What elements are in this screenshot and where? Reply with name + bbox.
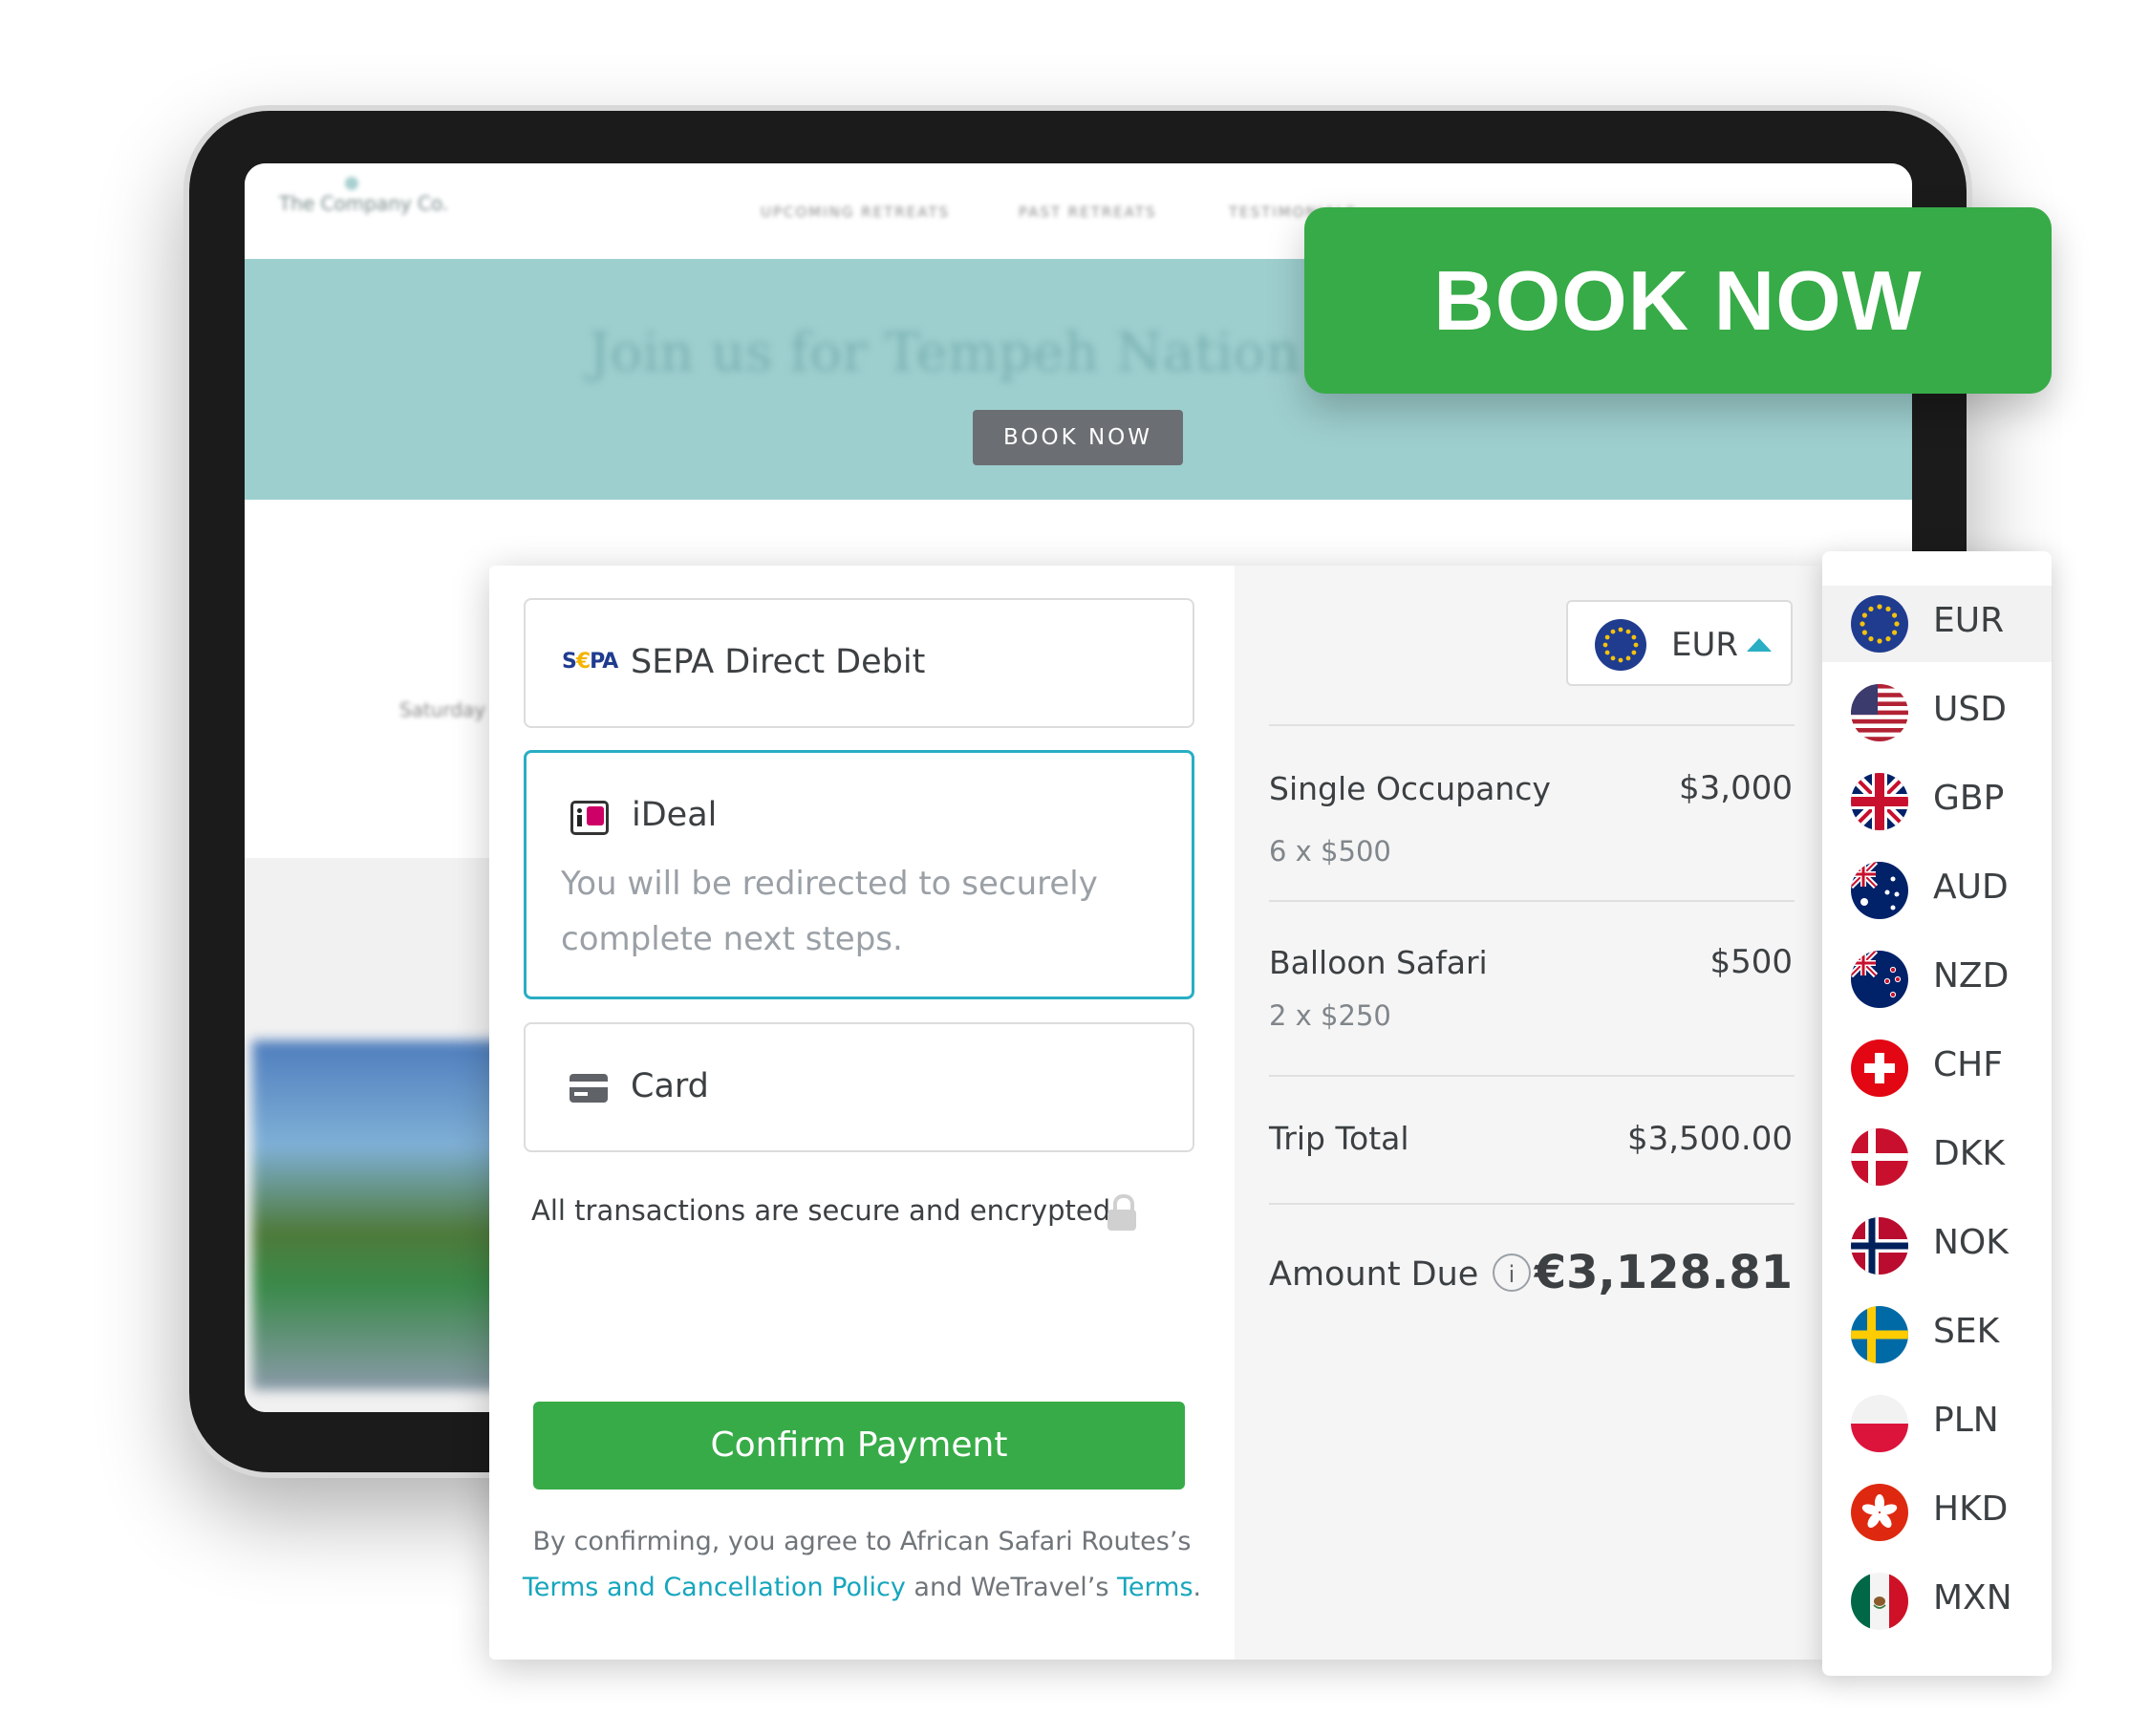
legal-middle: and WeTravel’s bbox=[914, 1573, 1109, 1602]
norway-flag-icon bbox=[1851, 1217, 1908, 1278]
mexico-flag-icon bbox=[1851, 1573, 1908, 1634]
line-item-price: $500 bbox=[1709, 943, 1793, 981]
currency-option-mxn[interactable]: MXN bbox=[1822, 1563, 2052, 1640]
payment-option-label: Card bbox=[631, 1067, 709, 1105]
sweden-flag-icon bbox=[1851, 1306, 1908, 1367]
currency-option-nzd[interactable]: NZD bbox=[1822, 941, 2052, 1018]
currency-option-nok[interactable]: NOK bbox=[1822, 1208, 2052, 1284]
payment-option-label: SEPA Direct Debit bbox=[631, 643, 926, 681]
nav-link[interactable]: UPCOMING RETREATS bbox=[761, 204, 950, 221]
poland-flag-icon bbox=[1851, 1395, 1908, 1456]
currency-code: NZD bbox=[1933, 956, 2010, 996]
new-zealand-flag-icon bbox=[1851, 951, 1908, 1012]
divider bbox=[1269, 900, 1795, 902]
currency-option-usd[interactable]: USD bbox=[1822, 675, 2052, 751]
info-icon[interactable]: i bbox=[1493, 1254, 1531, 1292]
terms-cancellation-link[interactable]: Terms and Cancellation Policy bbox=[523, 1573, 906, 1602]
ideal-logo-icon bbox=[570, 801, 609, 835]
book-now-badge[interactable]: BOOK NOW bbox=[1304, 207, 2052, 394]
credit-card-icon bbox=[570, 1074, 608, 1103]
lock-icon bbox=[1107, 1194, 1136, 1231]
currency-code: EUR bbox=[1933, 601, 2005, 640]
hong-kong-flag-icon bbox=[1851, 1484, 1908, 1545]
line-item-detail: 6 x $500 bbox=[1269, 835, 1391, 868]
currency-code: USD bbox=[1933, 690, 2007, 729]
amount-due-value: €3,128.81 bbox=[1534, 1246, 1793, 1299]
australia-flag-icon bbox=[1851, 862, 1908, 923]
legal-text: By confirming, you agree to African Safa… bbox=[489, 1519, 1235, 1611]
divider bbox=[1269, 724, 1795, 726]
site-logo[interactable]: The Company Co. bbox=[279, 192, 448, 215]
currency-option-gbp[interactable]: GBP bbox=[1822, 763, 2052, 840]
secure-notice: All transactions are secure and encrypte… bbox=[531, 1194, 1111, 1227]
currency-dropdown-menu: EUR USD GBP AUD NZD CHF DKK NOK SEK PLN … bbox=[1822, 551, 2052, 1676]
currency-option-hkd[interactable]: HKD bbox=[1822, 1474, 2052, 1551]
hero-book-now-button[interactable]: BOOK NOW bbox=[973, 410, 1183, 465]
line-item-name: Balloon Safari bbox=[1269, 944, 1488, 981]
terms-link[interactable]: Terms bbox=[1117, 1573, 1193, 1602]
currency-code: PLN bbox=[1933, 1401, 1999, 1440]
payment-option-description: You will be redirected to securely compl… bbox=[561, 865, 1098, 958]
currency-option-sek[interactable]: SEK bbox=[1822, 1297, 2052, 1373]
currency-select[interactable]: EUR bbox=[1566, 600, 1793, 686]
us-flag-icon bbox=[1851, 684, 1908, 745]
legal-suffix: . bbox=[1193, 1573, 1202, 1602]
line-item-price: $3,000 bbox=[1679, 769, 1793, 807]
divider bbox=[1269, 1203, 1795, 1205]
order-summary: EUR Single Occupancy $3,000 6 x $500 Bal… bbox=[1235, 566, 1829, 1660]
payment-option-sepa[interactable]: S€PA SEPA Direct Debit bbox=[524, 598, 1194, 728]
currency-code: DKK bbox=[1933, 1134, 2005, 1173]
currency-option-chf[interactable]: CHF bbox=[1822, 1030, 2052, 1106]
caret-up-icon bbox=[1747, 638, 1772, 652]
currency-code: GBP bbox=[1933, 779, 2005, 818]
eu-flag-icon bbox=[1851, 595, 1908, 656]
trip-total-value: $3,500.00 bbox=[1626, 1120, 1793, 1158]
trip-total-label: Trip Total bbox=[1269, 1120, 1409, 1157]
switzerland-flag-icon bbox=[1851, 1039, 1908, 1101]
currency-select-value: EUR bbox=[1671, 626, 1738, 664]
line-item-detail: 2 x $250 bbox=[1269, 999, 1391, 1032]
nav-link[interactable]: PAST RETREATS bbox=[1019, 204, 1157, 221]
payment-option-ideal[interactable]: iDeal You will be redirected to securely… bbox=[524, 750, 1194, 999]
currency-option-aud[interactable]: AUD bbox=[1822, 852, 2052, 929]
currency-code: MXN bbox=[1933, 1578, 2012, 1618]
uk-flag-icon bbox=[1851, 773, 1908, 834]
currency-code: NOK bbox=[1933, 1223, 2009, 1262]
currency-option-pln[interactable]: PLN bbox=[1822, 1385, 2052, 1462]
currency-option-eur[interactable]: EUR bbox=[1822, 586, 2052, 662]
sepa-logo-icon: S€PA bbox=[562, 650, 618, 674]
currency-code: CHF bbox=[1933, 1045, 2003, 1084]
denmark-flag-icon bbox=[1851, 1128, 1908, 1189]
event-date: Saturday bbox=[399, 698, 486, 721]
currency-code: AUD bbox=[1933, 868, 2009, 907]
line-item-name: Single Occupancy bbox=[1269, 770, 1551, 807]
divider bbox=[1269, 1075, 1795, 1077]
site-logo-icon bbox=[345, 177, 358, 190]
payment-option-label: iDeal bbox=[632, 796, 718, 834]
confirm-payment-button[interactable]: Confirm Payment bbox=[533, 1402, 1185, 1490]
legal-prefix: By confirming, you agree to African Safa… bbox=[532, 1527, 1192, 1556]
currency-code: HKD bbox=[1933, 1490, 2009, 1529]
amount-due-label: Amount Due bbox=[1269, 1255, 1479, 1294]
currency-option-dkk[interactable]: DKK bbox=[1822, 1119, 2052, 1195]
checkout-card: S€PA SEPA Direct Debit iDeal You will be… bbox=[489, 566, 1829, 1660]
payment-option-card[interactable]: Card bbox=[524, 1022, 1194, 1152]
eu-flag-icon bbox=[1595, 619, 1646, 675]
currency-code: SEK bbox=[1933, 1312, 2000, 1351]
